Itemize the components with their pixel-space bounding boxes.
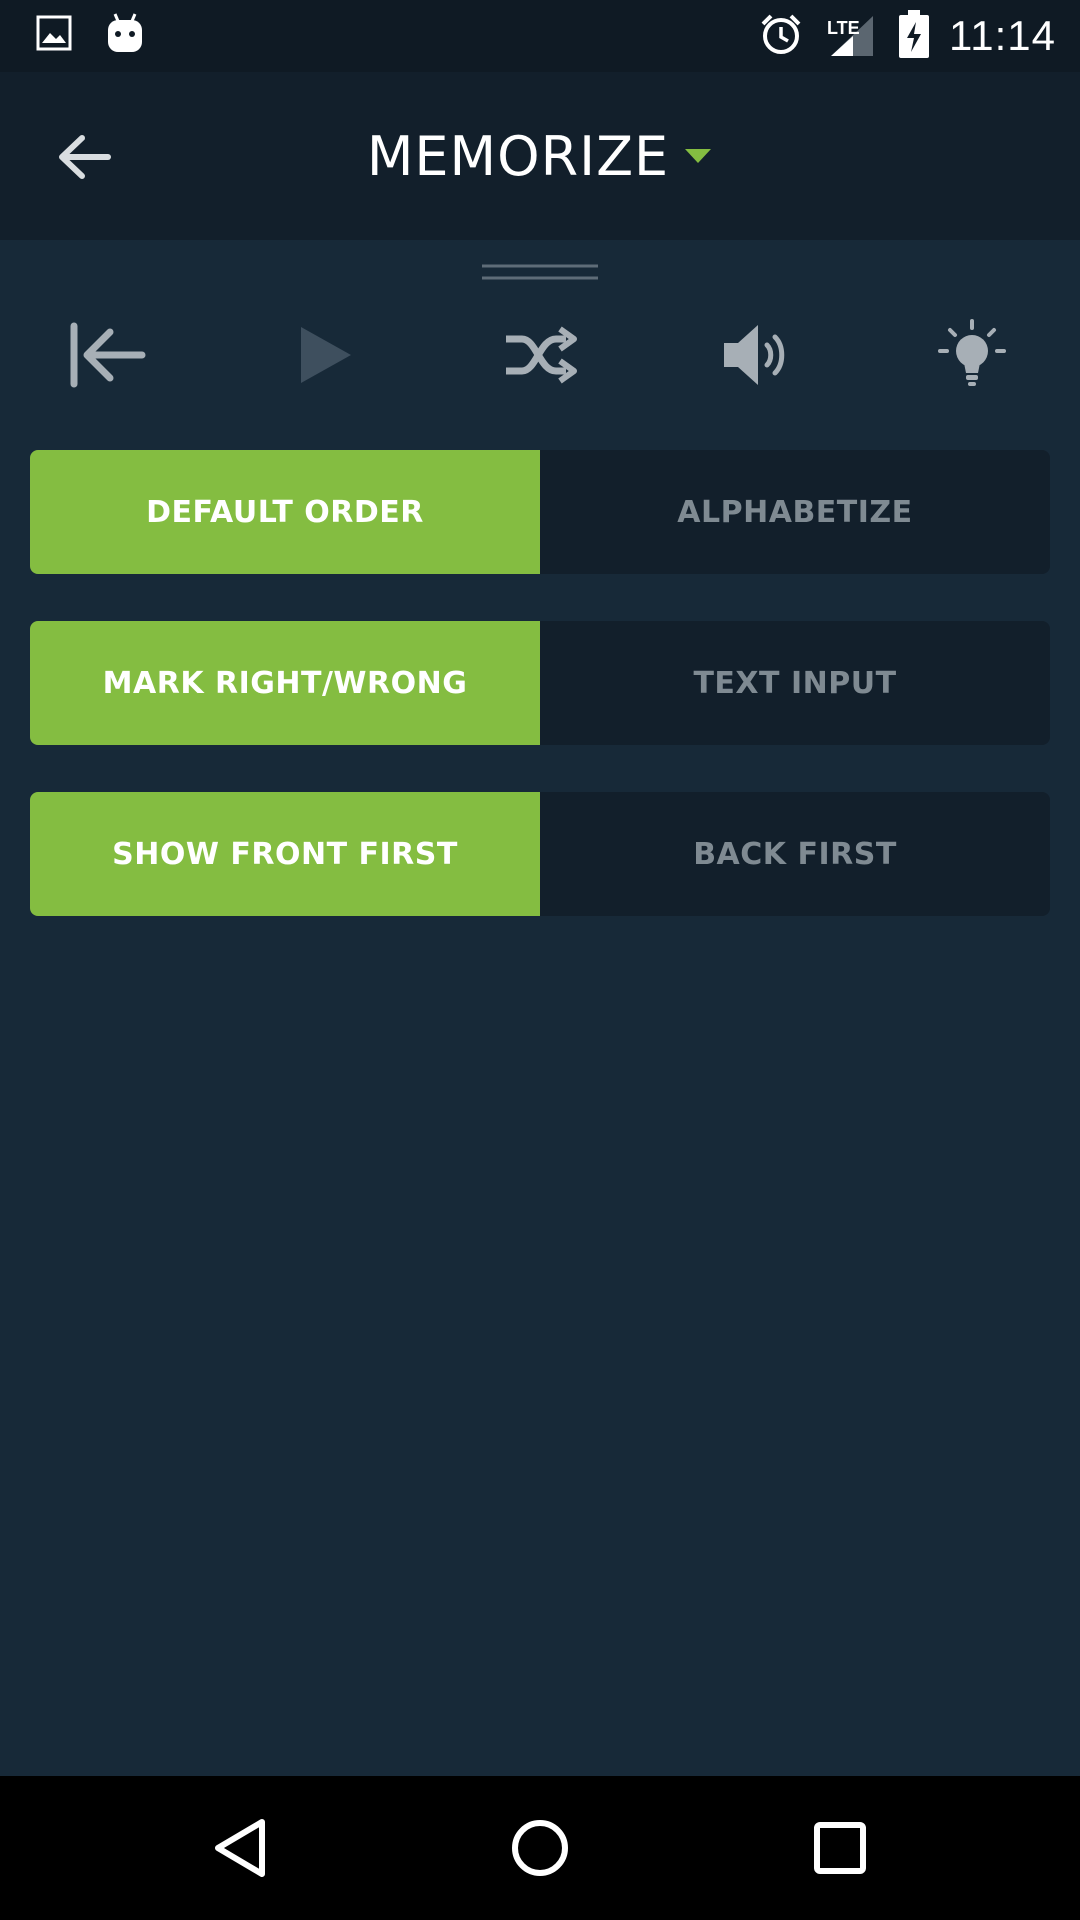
playback-controls [0,310,1080,400]
hint-button[interactable] [922,310,1022,400]
android-icon [106,12,144,58]
nav-back-button[interactable] [190,1798,290,1898]
alarm-icon [759,12,803,60]
nav-home-button[interactable] [490,1798,590,1898]
restart-icon [70,322,146,388]
battery-charging-icon [899,10,929,62]
default-order-option[interactable]: DEFAULT ORDER [30,450,540,574]
text-input-option[interactable]: TEXT INPUT [540,621,1050,745]
nav-recents-button[interactable] [790,1798,890,1898]
audio-button[interactable] [706,310,806,400]
page-title: MEMORIZE [366,124,670,188]
play-button[interactable] [275,310,375,400]
card-side-toggle: SHOW FRONT FIRST BACK FIRST [30,792,1050,916]
recents-square-icon [814,1822,866,1874]
shuffle-button[interactable] [490,310,590,400]
alphabetize-option[interactable]: ALPHABETIZE [540,450,1050,574]
answer-mode-toggle: MARK RIGHT/WRONG TEXT INPUT [30,621,1050,745]
image-icon [36,15,72,55]
back-first-option[interactable]: BACK FIRST [540,792,1050,916]
lightbulb-icon [938,319,1006,386]
show-front-first-option[interactable]: SHOW FRONT FIRST [30,792,540,916]
mark-right-wrong-option[interactable]: MARK RIGHT/WRONG [30,621,540,745]
order-toggle: DEFAULT ORDER ALPHABETIZE [30,450,1050,574]
back-triangle-icon [215,1819,265,1877]
signal-icon: LTE [823,12,879,60]
play-icon [301,327,351,383]
status-bar: LTE 11:14 [0,0,1080,72]
app-bar: MEMORIZE [0,72,1080,240]
home-circle-icon [512,1820,568,1876]
clock: 11:14 [949,12,1056,59]
drag-handle[interactable] [480,262,600,282]
volume-icon [724,325,785,385]
network-type-label: LTE [827,18,860,38]
shuffle-icon [506,326,577,384]
system-nav-bar [0,1776,1080,1920]
drag-lines-icon [482,264,598,280]
restart-button[interactable] [58,310,158,400]
dropdown-arrow-icon [685,149,712,163]
mode-selector[interactable]: MEMORIZE [0,72,1080,240]
